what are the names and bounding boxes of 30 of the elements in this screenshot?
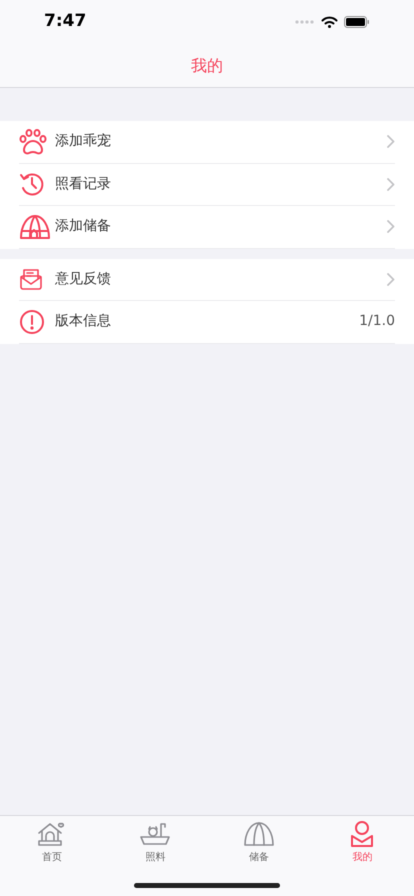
status-time: 7:47 <box>44 10 86 34</box>
page-title: 我的 <box>191 54 223 76</box>
row-label: 添加乖宠 <box>55 132 112 152</box>
tab-item[interactable]: 首页 <box>0 816 104 865</box>
row-label: 添加储备 <box>55 217 112 236</box>
settings-row[interactable]: 添加储备 <box>19 206 395 248</box>
row-label: 照看记录 <box>55 174 112 194</box>
version-value: 1/1.0 <box>359 312 395 332</box>
wifi-icon <box>321 16 338 28</box>
chevron-icon <box>387 220 395 234</box>
settings-row[interactable]: 意见反馈 <box>19 258 395 301</box>
tent-icon <box>19 212 51 241</box>
chevron-icon <box>387 272 395 286</box>
battery-icon <box>344 16 370 28</box>
info-icon <box>19 308 45 335</box>
settings-row[interactable]: 版本信息 1/1.0 <box>19 301 395 344</box>
history-icon <box>19 171 45 198</box>
tab-item[interactable]: 照料 <box>104 816 207 865</box>
row-label: 意见反馈 <box>55 270 112 289</box>
envelope-icon <box>19 267 43 292</box>
row-label: 版本信息 <box>55 312 112 332</box>
chevron-icon <box>387 178 395 191</box>
settings-row[interactable]: 添加乖宠 <box>19 121 395 164</box>
tab-item[interactable]: 储备 <box>207 816 310 865</box>
settings-row[interactable]: 照看记录 <box>19 164 395 206</box>
signal-icon <box>295 20 315 24</box>
bathtub-icon <box>139 820 172 848</box>
tent-icon <box>242 820 275 848</box>
chevron-icon <box>387 135 395 148</box>
paw-icon <box>19 128 47 155</box>
